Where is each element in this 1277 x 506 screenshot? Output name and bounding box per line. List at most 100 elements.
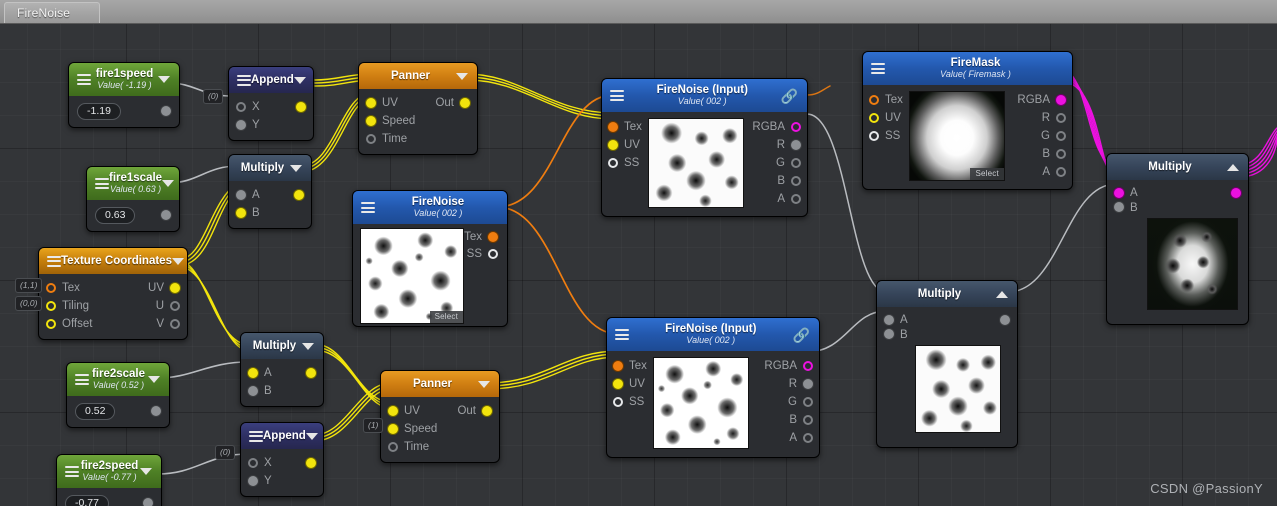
node-header[interactable]: fire1speed Value( -1.19 )	[69, 63, 179, 96]
node-firenoise-input-1[interactable]: FireNoise (Input) Value( 002 ) 🔗 Tex UV	[601, 78, 808, 217]
input-pin-time[interactable]	[388, 442, 398, 452]
input-pin-speed[interactable]	[388, 424, 398, 434]
input-pin-b[interactable]	[884, 329, 894, 339]
chevron-down-icon[interactable]	[148, 376, 160, 383]
chevron-down-icon[interactable]	[171, 257, 184, 265]
hamburger-icon[interactable]	[610, 90, 624, 101]
node-header[interactable]: Panner	[359, 63, 477, 89]
output-pin-tex[interactable]	[488, 231, 498, 242]
output-pin-g[interactable]	[791, 158, 801, 168]
mask-thumbnail[interactable]: Select	[908, 91, 1005, 181]
node-firemask[interactable]: FireMask Value( Firemask ) Tex UV SS Sel…	[862, 51, 1073, 190]
graph-canvas[interactable]: fire1speed Value( -1.19 ) -1.19 Append X…	[0, 24, 1277, 506]
output-pin-u[interactable]	[170, 301, 180, 311]
input-pin-speed[interactable]	[366, 116, 376, 126]
hamburger-icon[interactable]	[95, 178, 109, 189]
node-header[interactable]: Append	[229, 67, 313, 93]
chevron-up-icon[interactable]	[1227, 163, 1239, 171]
value-field[interactable]: 0.52	[75, 402, 116, 420]
value-field[interactable]: -1.19	[77, 102, 121, 120]
output-pin-out[interactable]	[460, 98, 470, 108]
input-pin-uv[interactable]	[366, 98, 376, 108]
chevron-down-icon[interactable]	[305, 432, 318, 440]
node-header[interactable]: Append	[241, 423, 323, 449]
input-pin-a[interactable]	[236, 190, 246, 200]
input-pin-b[interactable]	[248, 386, 258, 396]
output-pin-g[interactable]	[803, 397, 813, 407]
node-header[interactable]: Multiply	[229, 155, 311, 181]
input-pin-tiling[interactable]	[46, 301, 56, 311]
output-pin-out[interactable]	[482, 406, 492, 416]
output-pin-uv[interactable]	[170, 283, 180, 293]
value-field[interactable]: 0.63	[95, 206, 136, 224]
input-pin-y[interactable]	[248, 476, 258, 486]
input-pin-a[interactable]	[248, 368, 258, 378]
output-pin-a[interactable]	[1056, 167, 1066, 177]
chevron-down-icon[interactable]	[293, 76, 306, 84]
hamburger-icon[interactable]	[75, 374, 89, 385]
input-pin-b[interactable]	[1114, 202, 1124, 212]
value-field[interactable]: -0.77	[65, 494, 109, 506]
node-firenoise-input-2[interactable]: FireNoise (Input) Value( 002 ) 🔗 Tex UV	[606, 317, 820, 458]
chevron-down-icon[interactable]	[290, 164, 302, 172]
output-pin[interactable]	[294, 190, 304, 200]
node-firenoise-texture[interactable]: FireNoise Value( 002 ) Select Tex SS	[352, 190, 508, 327]
output-pin-v[interactable]	[170, 319, 180, 329]
output-pin-b[interactable]	[1056, 149, 1066, 159]
output-pin-ss[interactable]	[488, 248, 498, 259]
hamburger-icon[interactable]	[361, 202, 375, 213]
hamburger-icon[interactable]	[65, 466, 79, 477]
input-pin-tex[interactable]	[608, 122, 618, 132]
chevron-down-icon[interactable]	[302, 342, 314, 350]
node-fire1scale[interactable]: fire1scale Value( 0.63 ) 0.63	[86, 166, 180, 232]
output-pin-a[interactable]	[803, 433, 813, 443]
output-pin-r[interactable]	[1056, 113, 1066, 123]
input-pin-b[interactable]	[236, 208, 246, 218]
input-pin-tex[interactable]	[869, 95, 879, 105]
output-pin-rgba[interactable]	[1056, 95, 1066, 105]
output-pin-value[interactable]	[161, 106, 171, 116]
texture-thumbnail[interactable]	[647, 118, 744, 208]
node-header[interactable]: Multiply	[877, 281, 1017, 307]
chevron-up-icon[interactable]	[996, 290, 1008, 298]
output-pin[interactable]	[1231, 188, 1241, 198]
input-pin-uv[interactable]	[613, 379, 623, 389]
chevron-down-icon[interactable]	[456, 72, 468, 80]
input-pin-tex[interactable]	[613, 361, 623, 371]
input-pin-uv[interactable]	[388, 406, 398, 416]
output-pin-r[interactable]	[791, 140, 801, 150]
node-header[interactable]: FireMask Value( Firemask )	[863, 52, 1072, 85]
output-pin-r[interactable]	[803, 379, 813, 389]
output-pin-value[interactable]	[161, 210, 171, 220]
node-header[interactable]: Panner	[381, 371, 499, 397]
node-texture-coordinates[interactable]: Texture Coordinates Tex UV Tiling U Offs…	[15, 247, 188, 340]
output-pin[interactable]	[306, 368, 316, 378]
output-pin-a[interactable]	[791, 194, 801, 204]
input-pin-uv[interactable]	[869, 113, 879, 123]
texture-thumbnail[interactable]: Select	[360, 228, 464, 324]
hamburger-icon[interactable]	[237, 74, 251, 86]
node-panner-2[interactable]: Panner UV Out Speed Time (1)	[363, 370, 500, 463]
input-pin-tex[interactable]	[46, 283, 56, 293]
node-fire1speed[interactable]: fire1speed Value( -1.19 ) -1.19	[68, 62, 180, 128]
input-pin-y[interactable]	[236, 120, 246, 130]
hamburger-icon[interactable]	[871, 63, 885, 74]
output-pin-value[interactable]	[151, 406, 161, 416]
preview-thumbnail[interactable]	[1147, 218, 1238, 310]
input-pin-ss[interactable]	[613, 397, 623, 407]
node-header[interactable]: FireNoise (Input) Value( 002 ) 🔗	[602, 79, 807, 112]
input-pin-ss[interactable]	[608, 158, 618, 168]
hamburger-icon[interactable]	[249, 430, 263, 442]
input-pin-a[interactable]	[884, 315, 894, 325]
node-fire2speed[interactable]: fire2speed Value( -0.77 ) -0.77	[56, 454, 162, 506]
node-multiply-1[interactable]: Multiply A B	[228, 154, 312, 229]
input-pin-offset[interactable]	[46, 319, 56, 329]
node-header[interactable]: FireNoise (Input) Value( 002 ) 🔗	[607, 318, 819, 351]
document-tab[interactable]: FireNoise	[4, 2, 100, 23]
input-pin-x[interactable]	[248, 458, 258, 468]
node-append-1[interactable]: Append X Y (0)	[203, 66, 314, 141]
node-multiply-2[interactable]: Multiply A B	[240, 332, 324, 407]
texture-thumbnail[interactable]	[652, 357, 749, 449]
preview-thumbnail[interactable]	[915, 345, 1001, 433]
select-badge[interactable]: Select	[970, 168, 1004, 180]
